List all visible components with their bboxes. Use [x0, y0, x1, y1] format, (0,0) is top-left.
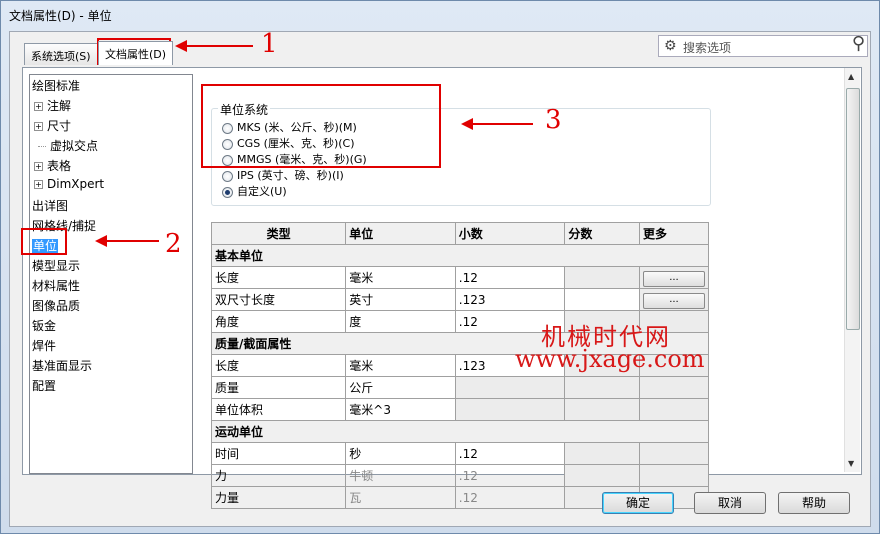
help-button[interactable]: 帮助 — [778, 492, 850, 514]
title-bar: 文档属性(D) - 单位 — [1, 1, 879, 31]
tab-document-properties[interactable]: 文档属性(D) — [98, 41, 174, 65]
window-title: 文档属性(D) - 单位 — [9, 9, 112, 23]
tree-item-sheet-metal[interactable]: 钣金 — [32, 317, 56, 334]
cancel-button[interactable]: 取消 — [694, 492, 766, 514]
tree-item-model-display[interactable]: 模型显示 — [32, 257, 80, 274]
ok-button[interactable]: 确定 — [602, 492, 674, 514]
options-tree: 绘图标准 + 注解 + 尺寸 虚拟交点 + 表格 + DimXpert 出详图 网格线/… — [29, 74, 193, 474]
radio-button[interactable] — [222, 170, 233, 182]
radio-custom[interactable]: 自定义(U) — [222, 183, 287, 199]
section-motion-units: 运动单位 — [211, 420, 709, 443]
scroll-up-icon[interactable]: ▲ — [848, 72, 854, 81]
watermark-url: www.jxage.com — [515, 345, 705, 373]
radio-ips[interactable]: IPS (英寸、磅、秒)(I) — [222, 167, 344, 183]
tree-item-weldments[interactable]: 焊件 — [32, 337, 56, 354]
table-row: 单位体积 毫米^3 — [210, 398, 710, 421]
tree-item-material-properties[interactable]: 材料属性 — [32, 277, 80, 294]
col-header-fractions: 分数 — [564, 222, 640, 245]
table-row: 长度 毫米 .12 ... — [210, 266, 710, 289]
dialog-window: 文档属性(D) - 单位 系统选项(S) 文档属性(D) ⚙ 搜索选项 ⚲ 绘图… — [0, 0, 880, 534]
annotation-number-3: 3 — [545, 105, 562, 135]
search-input[interactable]: 搜索选项 — [683, 39, 731, 56]
col-header-decimals: 小数 — [454, 222, 566, 245]
scroll-down-icon[interactable]: ▼ — [848, 459, 854, 468]
col-header-unit: 单位 — [345, 222, 456, 245]
tree-item-virtual-sharps[interactable]: 虚拟交点 — [38, 137, 98, 154]
search-box[interactable]: ⚙ 搜索选项 ⚲ — [658, 33, 868, 57]
arrow-icon — [175, 40, 253, 52]
tree-item-configurations[interactable]: 配置 — [32, 377, 56, 394]
tree-item-detailing[interactable]: 出详图 — [32, 197, 68, 214]
tree-item-plane-display[interactable]: 基准面显示 — [32, 357, 92, 374]
table-row: 力 牛顿 .12 — [210, 464, 710, 487]
expand-icon[interactable]: + — [34, 102, 43, 111]
search-icon[interactable]: ⚲ — [852, 33, 865, 54]
expand-icon[interactable]: + — [34, 162, 43, 171]
more-button[interactable]: ... — [642, 270, 705, 287]
col-header-more: 更多 — [638, 222, 710, 245]
tree-item-image-quality[interactable]: 图像品质 — [32, 297, 80, 314]
table-row: 双尺寸长度 英寸 .123 ... — [210, 288, 710, 311]
properties-panel: 绘图标准 + 注解 + 尺寸 虚拟交点 + 表格 + DimXpert 出详图 网格线/… — [22, 67, 862, 509]
more-button[interactable]: ... — [642, 292, 705, 309]
expand-icon[interactable]: + — [34, 122, 43, 131]
table-row: 时间 秒 .12 — [210, 442, 710, 465]
gear-icon: ⚙ — [664, 38, 677, 54]
tree-item-dimxpert[interactable]: + DimXpert — [34, 177, 104, 191]
vertical-scrollbar[interactable]: ▲ ▼ — [844, 68, 860, 472]
tree-item-drafting-standard[interactable]: 绘图标准 — [32, 77, 80, 94]
highlight-box-unit-system — [201, 84, 441, 168]
tab-system-options[interactable]: 系统选项(S) — [24, 43, 98, 65]
annotation-number-2: 2 — [165, 229, 182, 259]
tree-item-tables[interactable]: + 表格 — [34, 157, 71, 174]
expand-icon[interactable]: + — [34, 180, 43, 189]
highlight-box-units — [21, 228, 67, 255]
scrollbar-thumb[interactable] — [846, 88, 860, 330]
section-basic-units: 基本单位 — [211, 244, 709, 267]
table-row: 质量 公斤 — [210, 376, 710, 399]
arrow-icon — [461, 118, 533, 130]
col-header-type: 类型 — [210, 222, 347, 245]
arrow-icon — [95, 235, 159, 247]
annotation-number-1: 1 — [261, 29, 278, 59]
radio-button-selected[interactable] — [222, 186, 233, 198]
tree-item-annotations[interactable]: + 注解 — [34, 97, 71, 114]
tree-item-dimensions[interactable]: + 尺寸 — [34, 117, 71, 134]
